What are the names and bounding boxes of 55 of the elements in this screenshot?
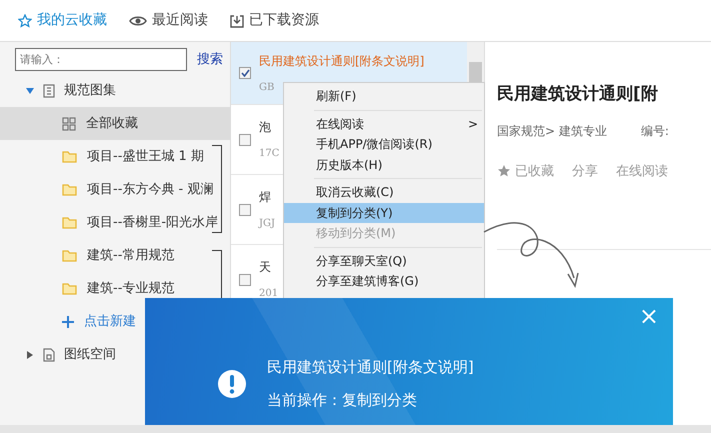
folder-icon <box>62 183 77 196</box>
tab[interactable]: 我的云收藏 <box>18 10 107 31</box>
tab[interactable]: 最近阅读 <box>129 10 208 31</box>
menu-item[interactable]: 分享至聊天室(Q) <box>284 250 484 271</box>
grid-icon <box>62 116 76 130</box>
search-field[interactable]: 请输入： <box>15 48 187 71</box>
download-icon <box>230 14 244 28</box>
search-button[interactable]: 搜索 <box>187 50 223 70</box>
tree-item[interactable]: 项目--盛世王城 1 期 <box>0 140 230 173</box>
document-code: JGJ <box>259 217 276 231</box>
document-title: 民用建筑设计通则[附条文说明] <box>259 52 424 70</box>
tree-item[interactable]: 建筑--专业规范 <box>0 272 230 305</box>
tree-item[interactable]: 项目--东方今典 - 观澜 <box>0 173 230 206</box>
document-title: 焊 <box>259 189 272 206</box>
document-title: 泡 <box>259 119 272 136</box>
number-label: 编号: <box>640 122 669 140</box>
notification-message: 当前操作：复制到分类 <box>267 390 418 410</box>
menu-item[interactable]: 刷新(F) <box>284 86 484 106</box>
notification-title: 民用建筑设计通则[附条文说明] <box>267 357 474 378</box>
document-code: 17C <box>259 147 280 161</box>
document-icon <box>42 348 56 362</box>
checkbox[interactable] <box>239 67 251 79</box>
folder-icon <box>62 282 77 295</box>
check-icon <box>240 69 250 77</box>
tree-node[interactable]: 图纸空间 <box>0 338 230 371</box>
expanded-icon <box>26 86 34 94</box>
breadcrumb: 国家规范> 建筑专业 <box>497 122 607 140</box>
menu-item[interactable]: 手机APP/微信阅读(R) <box>284 134 484 154</box>
menu-item[interactable]: 复制到分类(Y) <box>284 202 484 223</box>
checkbox[interactable] <box>239 204 251 216</box>
star-icon <box>497 164 511 178</box>
tree-item[interactable]: 全部收藏 <box>0 107 230 140</box>
menu-item[interactable]: 分享至建筑博客(G) <box>284 271 484 292</box>
tab[interactable]: 已下载资源 <box>230 10 319 31</box>
folder-icon <box>62 249 77 262</box>
tree-item[interactable]: 项目--香榭里-阳光水岸 <box>0 206 230 239</box>
plus-icon <box>62 316 74 328</box>
folder-icon <box>62 216 77 229</box>
menu-item[interactable]: 取消云收藏(C) <box>284 182 484 202</box>
document-code: GB <box>259 80 276 94</box>
checkbox[interactable] <box>239 134 251 146</box>
folder-icon <box>62 150 77 163</box>
tree-item[interactable]: 建筑--常用规范 <box>0 239 230 272</box>
tree-item[interactable]: 点击新建 <box>0 305 230 338</box>
document-code: 201 <box>259 287 278 301</box>
book-icon <box>42 84 56 98</box>
star-icon <box>18 14 32 28</box>
tree-node[interactable]: 规范图集 <box>0 74 230 107</box>
menu-item[interactable]: 在线阅读 > <box>284 114 484 134</box>
collapsed-icon <box>26 350 34 358</box>
checkbox[interactable] <box>239 274 251 286</box>
document-heading: 民用建筑设计通则[附 <box>497 83 659 106</box>
eye-icon <box>129 14 147 26</box>
document-title: 天 <box>259 259 272 276</box>
menu-item[interactable]: 历史版本(H) <box>284 154 484 175</box>
